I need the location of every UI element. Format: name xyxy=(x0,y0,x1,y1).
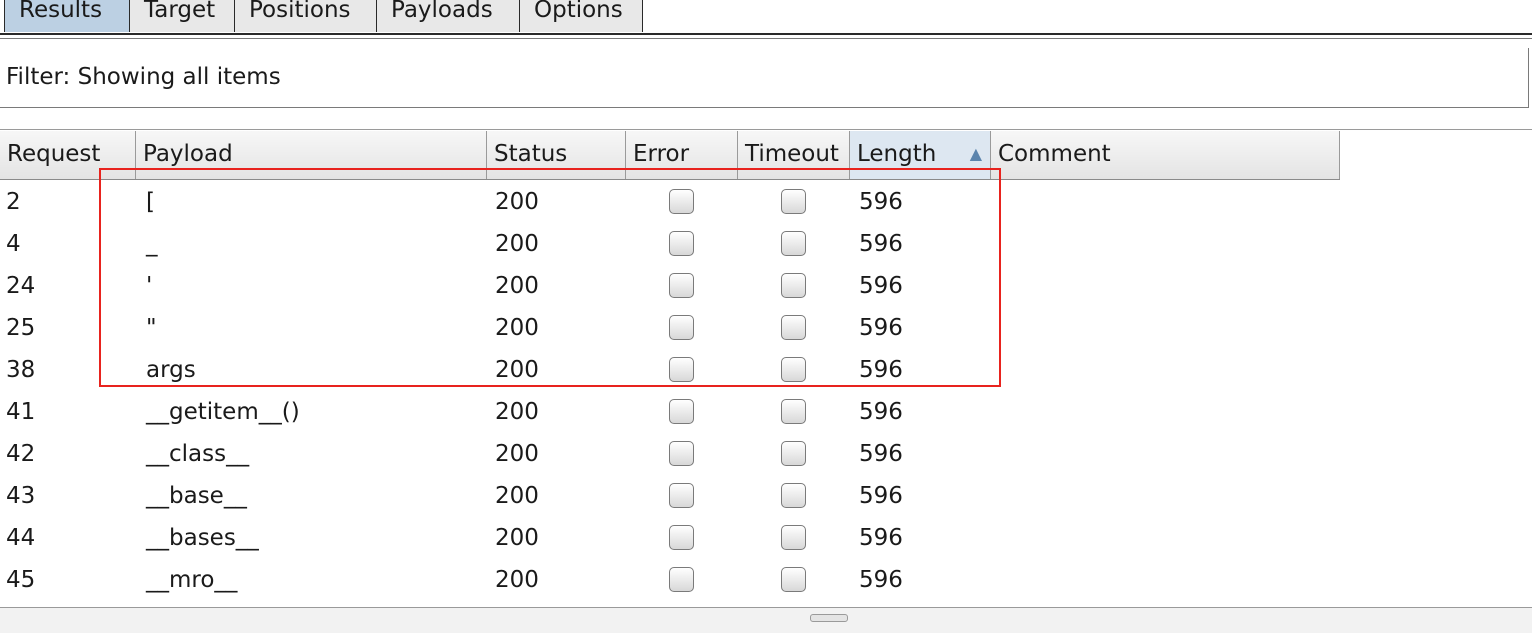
timeout-checkbox[interactable] xyxy=(781,357,806,382)
tab-label: Payloads xyxy=(391,0,493,23)
error-checkbox[interactable] xyxy=(669,483,694,508)
request-cell: 4 xyxy=(6,231,21,257)
timeout-checkbox[interactable] xyxy=(781,231,806,256)
table-row[interactable]: 24 ' 200 596 xyxy=(0,265,1340,307)
timeout-checkbox[interactable] xyxy=(781,441,806,466)
timeout-checkbox[interactable] xyxy=(781,525,806,550)
splitter-handle[interactable] xyxy=(810,614,848,622)
column-header-label: Length xyxy=(857,141,937,167)
length-cell: 596 xyxy=(859,399,903,425)
tab-label: Target xyxy=(144,0,216,23)
tab-target[interactable]: Target xyxy=(129,0,235,32)
tab-label: Options xyxy=(534,0,623,23)
request-cell: 45 xyxy=(6,567,36,593)
tab-options[interactable]: Options xyxy=(519,0,643,32)
request-cell: 42 xyxy=(6,441,36,467)
table-row[interactable]: 43 __base__ 200 596 xyxy=(0,475,1340,517)
column-header-comment[interactable]: Comment xyxy=(991,131,1340,179)
length-cell: 596 xyxy=(859,357,903,383)
length-cell: 596 xyxy=(859,189,903,215)
length-cell: 596 xyxy=(859,231,903,257)
error-checkbox[interactable] xyxy=(669,189,694,214)
request-cell: 2 xyxy=(6,189,21,215)
request-cell: 43 xyxy=(6,483,36,509)
timeout-checkbox[interactable] xyxy=(781,399,806,424)
filter-text[interactable]: Filter: Showing all items xyxy=(6,64,281,90)
request-cell: 25 xyxy=(6,315,36,341)
error-checkbox[interactable] xyxy=(669,273,694,298)
payload-cell: " xyxy=(146,315,157,341)
length-cell: 596 xyxy=(859,525,903,551)
error-checkbox[interactable] xyxy=(669,567,694,592)
column-header-request[interactable]: Request xyxy=(0,131,136,179)
payload-cell: args xyxy=(146,357,196,383)
table-row[interactable]: 2 [ 200 596 xyxy=(0,181,1340,223)
column-header-error[interactable]: Error xyxy=(626,131,738,179)
length-cell: 596 xyxy=(859,273,903,299)
column-header-length[interactable]: Length ▲ xyxy=(850,131,991,179)
tab-label: Results xyxy=(19,0,103,23)
tab-divider-inner xyxy=(0,38,1532,39)
payload-cell: __getitem__() xyxy=(146,399,300,425)
payload-cell: [ xyxy=(146,189,155,215)
payload-cell: __mro__ xyxy=(146,567,238,593)
table-row[interactable]: 4 _ 200 596 xyxy=(0,223,1340,265)
status-cell: 200 xyxy=(495,483,539,509)
error-checkbox[interactable] xyxy=(669,441,694,466)
timeout-checkbox[interactable] xyxy=(781,189,806,214)
status-cell: 200 xyxy=(495,441,539,467)
length-cell: 596 xyxy=(859,441,903,467)
column-header-payload[interactable]: Payload xyxy=(136,131,487,179)
sort-ascending-icon: ▲ xyxy=(969,144,982,163)
timeout-checkbox[interactable] xyxy=(781,315,806,340)
tab-label: Positions xyxy=(249,0,351,23)
status-cell: 200 xyxy=(495,525,539,551)
divider xyxy=(0,129,1532,130)
status-cell: 200 xyxy=(495,189,539,215)
error-checkbox[interactable] xyxy=(669,315,694,340)
length-cell: 596 xyxy=(859,567,903,593)
tab-payloads[interactable]: Payloads xyxy=(376,0,520,32)
tab-positions[interactable]: Positions xyxy=(234,0,377,32)
table-row[interactable]: 25 " 200 596 xyxy=(0,307,1340,349)
tab-results[interactable]: Results xyxy=(4,0,130,32)
length-cell: 596 xyxy=(859,315,903,341)
request-cell: 24 xyxy=(6,273,36,299)
payload-cell: _ xyxy=(146,231,158,257)
status-cell: 200 xyxy=(495,231,539,257)
error-checkbox[interactable] xyxy=(669,357,694,382)
request-cell: 38 xyxy=(6,357,36,383)
results-table-header: Request Payload Status Error Timeout Len… xyxy=(0,131,1340,180)
payload-cell: __class__ xyxy=(146,441,250,467)
tab-divider xyxy=(0,33,1532,35)
request-cell: 41 xyxy=(6,399,36,425)
column-header-timeout[interactable]: Timeout xyxy=(738,131,850,179)
timeout-checkbox[interactable] xyxy=(781,273,806,298)
table-row[interactable]: 41 __getitem__() 200 596 xyxy=(0,391,1340,433)
table-row[interactable]: 42 __class__ 200 596 xyxy=(0,433,1340,475)
timeout-checkbox[interactable] xyxy=(781,483,806,508)
payload-cell: __bases__ xyxy=(146,525,259,551)
error-checkbox[interactable] xyxy=(669,231,694,256)
status-cell: 200 xyxy=(495,357,539,383)
timeout-checkbox[interactable] xyxy=(781,567,806,592)
table-row[interactable]: 38 args 200 596 xyxy=(0,349,1340,391)
status-cell: 200 xyxy=(495,273,539,299)
length-cell: 596 xyxy=(859,483,903,509)
payload-cell: __base__ xyxy=(146,483,247,509)
bottom-panel xyxy=(0,608,1532,633)
error-checkbox[interactable] xyxy=(669,525,694,550)
status-cell: 200 xyxy=(495,315,539,341)
table-row[interactable]: 45 __mro__ 200 596 xyxy=(0,559,1340,601)
table-row[interactable]: 44 __bases__ 200 596 xyxy=(0,517,1340,559)
error-checkbox[interactable] xyxy=(669,399,694,424)
status-cell: 200 xyxy=(495,567,539,593)
tab-bar: Results Target Positions Payloads Option… xyxy=(0,0,1532,34)
status-cell: 200 xyxy=(495,399,539,425)
request-cell: 44 xyxy=(6,525,36,551)
column-header-status[interactable]: Status xyxy=(487,131,626,179)
payload-cell: ' xyxy=(146,273,153,299)
